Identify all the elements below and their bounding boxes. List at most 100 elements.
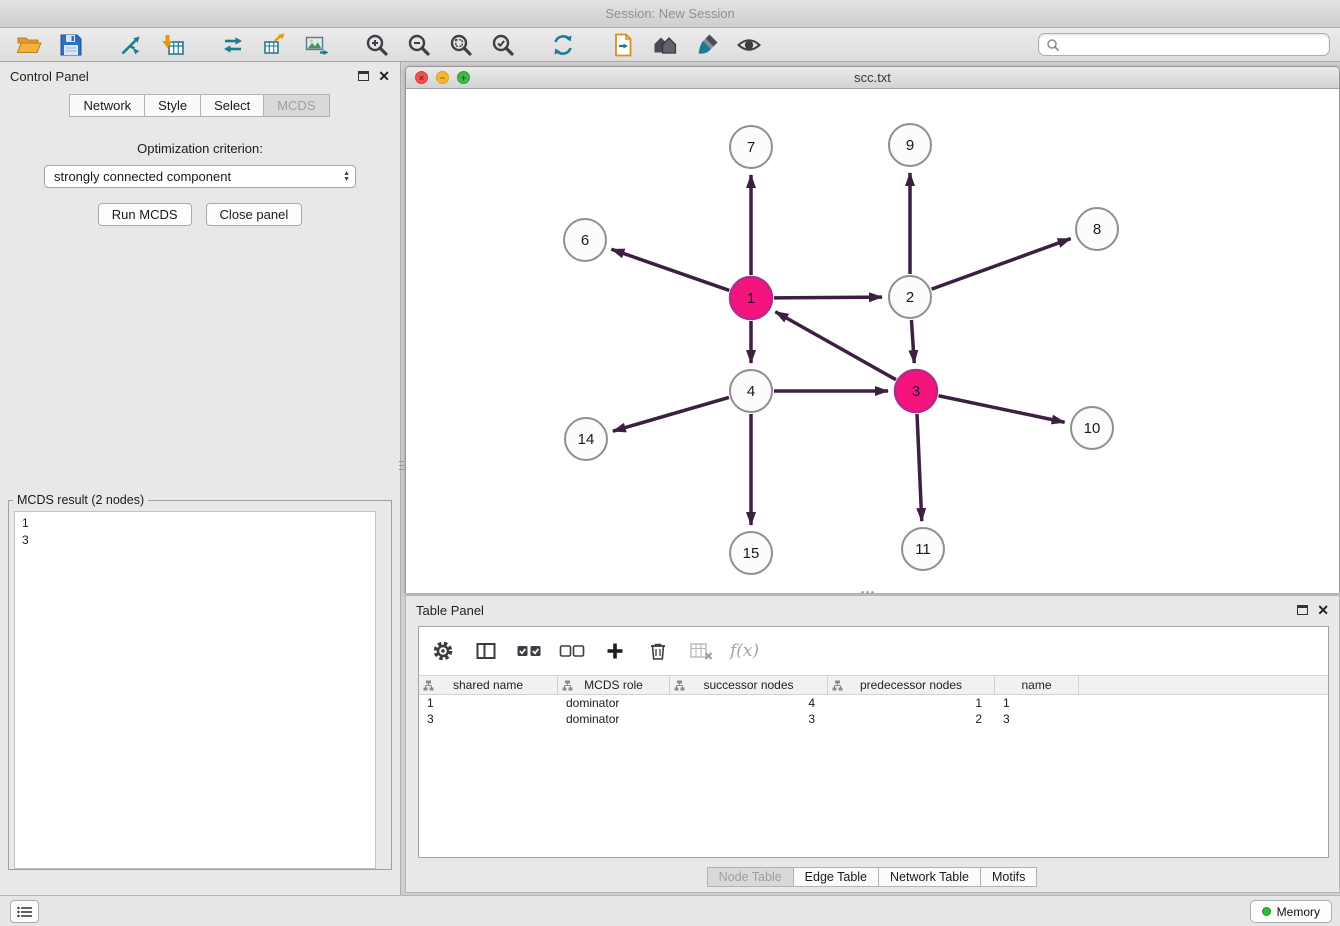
- list-icon: [17, 906, 33, 918]
- deselect-all-button[interactable]: [558, 637, 586, 665]
- refresh-layout-button[interactable]: [544, 30, 581, 60]
- graph-node-14[interactable]: 14: [565, 418, 607, 460]
- new-table-button[interactable]: [256, 30, 293, 60]
- graph-node-11[interactable]: 11: [902, 528, 944, 570]
- column-label: shared name: [453, 678, 523, 692]
- cell-shared-name[interactable]: 3: [419, 712, 558, 726]
- graph-edge-3-10[interactable]: [939, 396, 1065, 423]
- minimize-window-button[interactable]: −: [436, 71, 449, 84]
- graph-node-15[interactable]: 15: [730, 532, 772, 574]
- cell-shared-name[interactable]: 1: [419, 696, 558, 710]
- graph-node-7[interactable]: 7: [730, 126, 772, 168]
- close-window-button[interactable]: ×: [415, 71, 428, 84]
- mcds-result-list[interactable]: 1 3: [14, 511, 376, 869]
- tab-mcds[interactable]: MCDS: [263, 94, 329, 117]
- zoom-selected-button[interactable]: [484, 30, 521, 60]
- cell-name[interactable]: 3: [995, 712, 1079, 726]
- graph-node-2[interactable]: 2: [889, 276, 931, 318]
- cell-successor-nodes[interactable]: 3: [670, 712, 828, 726]
- panel-splitter-handle[interactable]: [399, 452, 404, 478]
- search-box[interactable]: [1038, 33, 1330, 56]
- column-header-successor-nodes[interactable]: successor nodes: [670, 676, 828, 694]
- network-canvas[interactable]: 7 9 6 8 1 2 4 3 14 10 15 11: [406, 89, 1339, 593]
- control-panel-close-button[interactable]: ✕: [378, 70, 390, 82]
- table-settings-button[interactable]: [429, 637, 457, 665]
- cell-mcds-role[interactable]: dominator: [558, 696, 670, 710]
- tab-select[interactable]: Select: [200, 94, 264, 117]
- graph-edge-3-1[interactable]: [775, 312, 896, 380]
- gear-icon: [432, 640, 454, 662]
- run-mcds-button[interactable]: Run MCDS: [98, 203, 192, 226]
- graph-node-10[interactable]: 10: [1071, 407, 1113, 449]
- graph-edge-2-3[interactable]: [911, 320, 914, 363]
- tab-motifs[interactable]: Motifs: [980, 867, 1037, 887]
- table-panel-float-button[interactable]: [1297, 605, 1308, 615]
- zoom-in-button[interactable]: [358, 30, 395, 60]
- network-canvas-container: 7 9 6 8 1 2 4 3 14 10 15 11: [406, 89, 1339, 593]
- graph-edge-2-8[interactable]: [932, 239, 1071, 290]
- graph-edge-1-2[interactable]: [774, 297, 882, 298]
- main-toolbar: [0, 28, 1340, 62]
- search-input[interactable]: [1064, 38, 1322, 52]
- graph-node-6[interactable]: 6: [564, 219, 606, 261]
- column-header-shared-name[interactable]: shared name: [419, 676, 558, 694]
- function-builder-button[interactable]: f(x): [730, 641, 759, 661]
- tab-network[interactable]: Network: [69, 94, 145, 117]
- memory-button[interactable]: Memory: [1250, 900, 1332, 923]
- column-header-name[interactable]: name: [995, 676, 1079, 694]
- tab-network-table[interactable]: Network Table: [878, 867, 981, 887]
- zoom-out-button[interactable]: [400, 30, 437, 60]
- apply-style-button[interactable]: [688, 30, 725, 60]
- clone-network-button[interactable]: [214, 30, 251, 60]
- export-image-button[interactable]: [298, 30, 335, 60]
- select-all-button[interactable]: [515, 637, 543, 665]
- attribute-icon: [562, 680, 573, 691]
- plus-icon: [604, 640, 626, 662]
- column-label: MCDS role: [584, 678, 643, 692]
- svg-text:8: 8: [1093, 221, 1101, 238]
- control-panel-float-button[interactable]: [358, 71, 369, 81]
- refresh-icon: [550, 32, 576, 58]
- show-columns-button[interactable]: [472, 637, 500, 665]
- cell-predecessor-nodes[interactable]: 2: [828, 712, 995, 726]
- mcds-result-group: MCDS result (2 nodes) 1 3: [8, 493, 392, 870]
- graph-node-3[interactable]: 3: [895, 370, 937, 412]
- column-header-mcds-role[interactable]: MCDS role: [558, 676, 670, 694]
- tab-edge-table[interactable]: Edge Table: [793, 867, 879, 887]
- maximize-window-button[interactable]: +: [457, 71, 470, 84]
- graph-node-4[interactable]: 4: [730, 370, 772, 412]
- search-icon: [1046, 38, 1060, 52]
- table-panel-close-button[interactable]: ✕: [1317, 604, 1329, 616]
- add-row-button[interactable]: [601, 637, 629, 665]
- import-table-button[interactable]: [154, 30, 191, 60]
- graph-node-8[interactable]: 8: [1076, 208, 1118, 250]
- graph-node-9[interactable]: 9: [889, 124, 931, 166]
- home-button[interactable]: [646, 30, 683, 60]
- cell-mcds-role[interactable]: dominator: [558, 712, 670, 726]
- zoom-fit-button[interactable]: [442, 30, 479, 60]
- image-export-icon: [304, 32, 330, 58]
- graph-node-1[interactable]: 1: [730, 277, 772, 319]
- svg-text:2: 2: [906, 289, 914, 306]
- graph-edge-3-11[interactable]: [917, 414, 922, 521]
- cell-name[interactable]: 1: [995, 696, 1079, 710]
- tab-style[interactable]: Style: [144, 94, 201, 117]
- graphics-details-button[interactable]: [730, 30, 767, 60]
- svg-text:6: 6: [581, 232, 589, 249]
- column-header-predecessor-nodes[interactable]: predecessor nodes: [828, 676, 995, 694]
- criterion-select[interactable]: strongly connected component ▲▼: [44, 165, 356, 188]
- canvas-splitter-handle[interactable]: [861, 591, 877, 594]
- delete-table-button[interactable]: [687, 637, 715, 665]
- graph-edge-1-6[interactable]: [611, 249, 729, 290]
- task-history-button[interactable]: [10, 900, 39, 923]
- cell-predecessor-nodes[interactable]: 1: [828, 696, 995, 710]
- close-panel-button[interactable]: Close panel: [206, 203, 303, 226]
- delete-row-button[interactable]: [644, 637, 672, 665]
- import-network-button[interactable]: [112, 30, 149, 60]
- cell-successor-nodes[interactable]: 4: [670, 696, 828, 710]
- tab-node-table[interactable]: Node Table: [707, 867, 794, 887]
- save-session-button[interactable]: [52, 30, 89, 60]
- graph-edge-4-14[interactable]: [613, 397, 729, 431]
- open-file-button[interactable]: [10, 30, 47, 60]
- copy-document-button[interactable]: [604, 30, 641, 60]
